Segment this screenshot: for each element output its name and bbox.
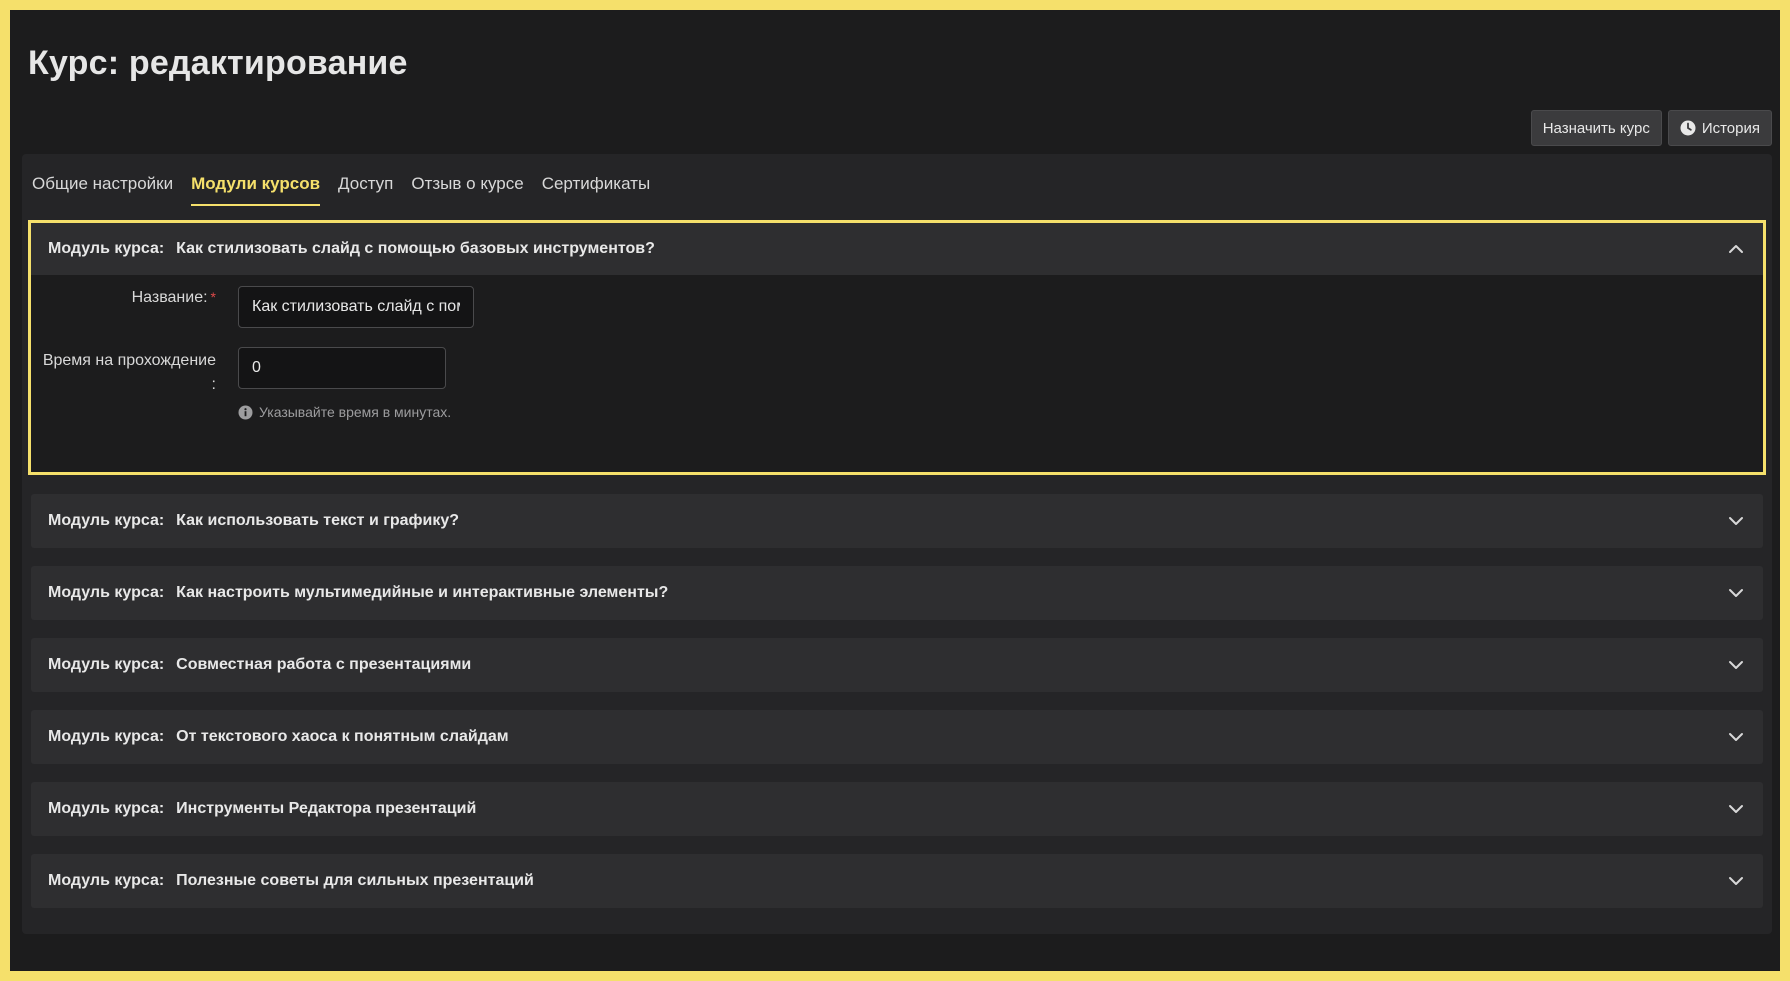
module-name-input[interactable] (238, 286, 474, 328)
chevron-up-icon[interactable] (1727, 240, 1745, 258)
module-header[interactable]: Модуль курса: Как использовать текст и г… (31, 494, 1763, 548)
module-collapsed: Модуль курса: Как использовать текст и г… (31, 494, 1763, 548)
module-header[interactable]: Модуль курса: Инструменты Редактора през… (31, 782, 1763, 836)
chevron-down-icon[interactable] (1727, 800, 1745, 818)
module-list: Модуль курса: Как стилизовать слайд с по… (28, 220, 1766, 908)
name-label-text: Название: (131, 289, 208, 306)
module-prefix: Модуль курса: (48, 656, 165, 673)
module-header[interactable]: Модуль курса: Как стилизовать слайд с по… (31, 223, 1763, 275)
module-prefix: Модуль курса: (48, 512, 165, 529)
time-label-line1: Время на прохождение (42, 352, 216, 369)
chevron-down-icon[interactable] (1727, 656, 1745, 674)
chevron-down-icon[interactable] (1727, 872, 1745, 890)
assign-course-button[interactable]: Назначить курс (1530, 110, 1662, 146)
name-label: Название: * (31, 289, 216, 307)
page-title: Курс: редактирование (28, 44, 408, 82)
time-hint: Указывайте время в минутах. (238, 404, 451, 420)
required-marker: * (210, 289, 216, 305)
assign-course-label: Назначить курс (1542, 119, 1650, 137)
module-collapsed: Модуль курса: От текстового хаоса к поня… (31, 710, 1763, 764)
module-title: Полезные советы для сильных презентаций (176, 872, 534, 889)
module-header[interactable]: Модуль курса: Совместная работа с презен… (31, 638, 1763, 692)
module-prefix: Модуль курса: (48, 800, 165, 817)
module-collapsed: Модуль курса: Как настроить мультимедийн… (31, 566, 1763, 620)
time-label-line2: : (211, 376, 216, 393)
time-input[interactable] (238, 347, 446, 389)
module-prefix: Модуль курса: (48, 240, 165, 257)
tab-access[interactable]: Доступ (338, 174, 393, 206)
module-title: Инструменты Редактора презентаций (176, 800, 477, 817)
tab-general-settings[interactable]: Общие настройки (32, 174, 173, 206)
history-label: История (1701, 119, 1760, 137)
info-icon (238, 405, 253, 419)
module-collapsed: Модуль курса: Инструменты Редактора през… (31, 782, 1763, 836)
tab-certificates[interactable]: Сертификаты (542, 174, 650, 206)
tab-course-review[interactable]: Отзыв о курсе (411, 174, 523, 206)
module-prefix: Модуль курса: (48, 584, 165, 601)
module-title: Как стилизовать слайд с помощью базовых … (176, 240, 655, 257)
chevron-down-icon[interactable] (1727, 728, 1745, 746)
chevron-down-icon[interactable] (1727, 584, 1745, 602)
tab-course-modules[interactable]: Модули курсов (191, 174, 321, 206)
clock-icon (1680, 120, 1696, 136)
hint-text: Указывайте время в минутах. (259, 404, 452, 420)
module-collapsed: Модуль курса: Полезные советы для сильны… (31, 854, 1763, 908)
app-window: Курс: редактирование Назначить курс Исто… (10, 10, 1780, 971)
chevron-down-icon[interactable] (1727, 512, 1745, 530)
module-title: Совместная работа с презентациями (176, 656, 472, 673)
module-header[interactable]: Модуль курса: От текстового хаоса к поня… (31, 710, 1763, 764)
module-title: От текстового хаоса к понятным слайдам (176, 728, 509, 745)
time-label: Время на прохождение : (31, 349, 216, 397)
module-title: Как использовать текст и графику? (176, 512, 460, 529)
header-actions: Назначить курс История (1530, 110, 1772, 146)
tab-bar: Общие настройки Модули курсов Доступ Отз… (32, 174, 650, 206)
history-button[interactable]: История (1667, 110, 1772, 146)
module-prefix: Модуль курса: (48, 728, 165, 745)
module-header[interactable]: Модуль курса: Полезные советы для сильны… (31, 854, 1763, 908)
module-title: Как настроить мультимедийные и интеракти… (176, 584, 669, 601)
module-collapsed: Модуль курса: Совместная работа с презен… (31, 638, 1763, 692)
course-editor-panel: Общие настройки Модули курсов Доступ Отз… (22, 154, 1772, 934)
module-expanded: Модуль курса: Как стилизовать слайд с по… (28, 220, 1766, 475)
module-header[interactable]: Модуль курса: Как настроить мультимедийн… (31, 566, 1763, 620)
module-prefix: Модуль курса: (48, 872, 165, 889)
